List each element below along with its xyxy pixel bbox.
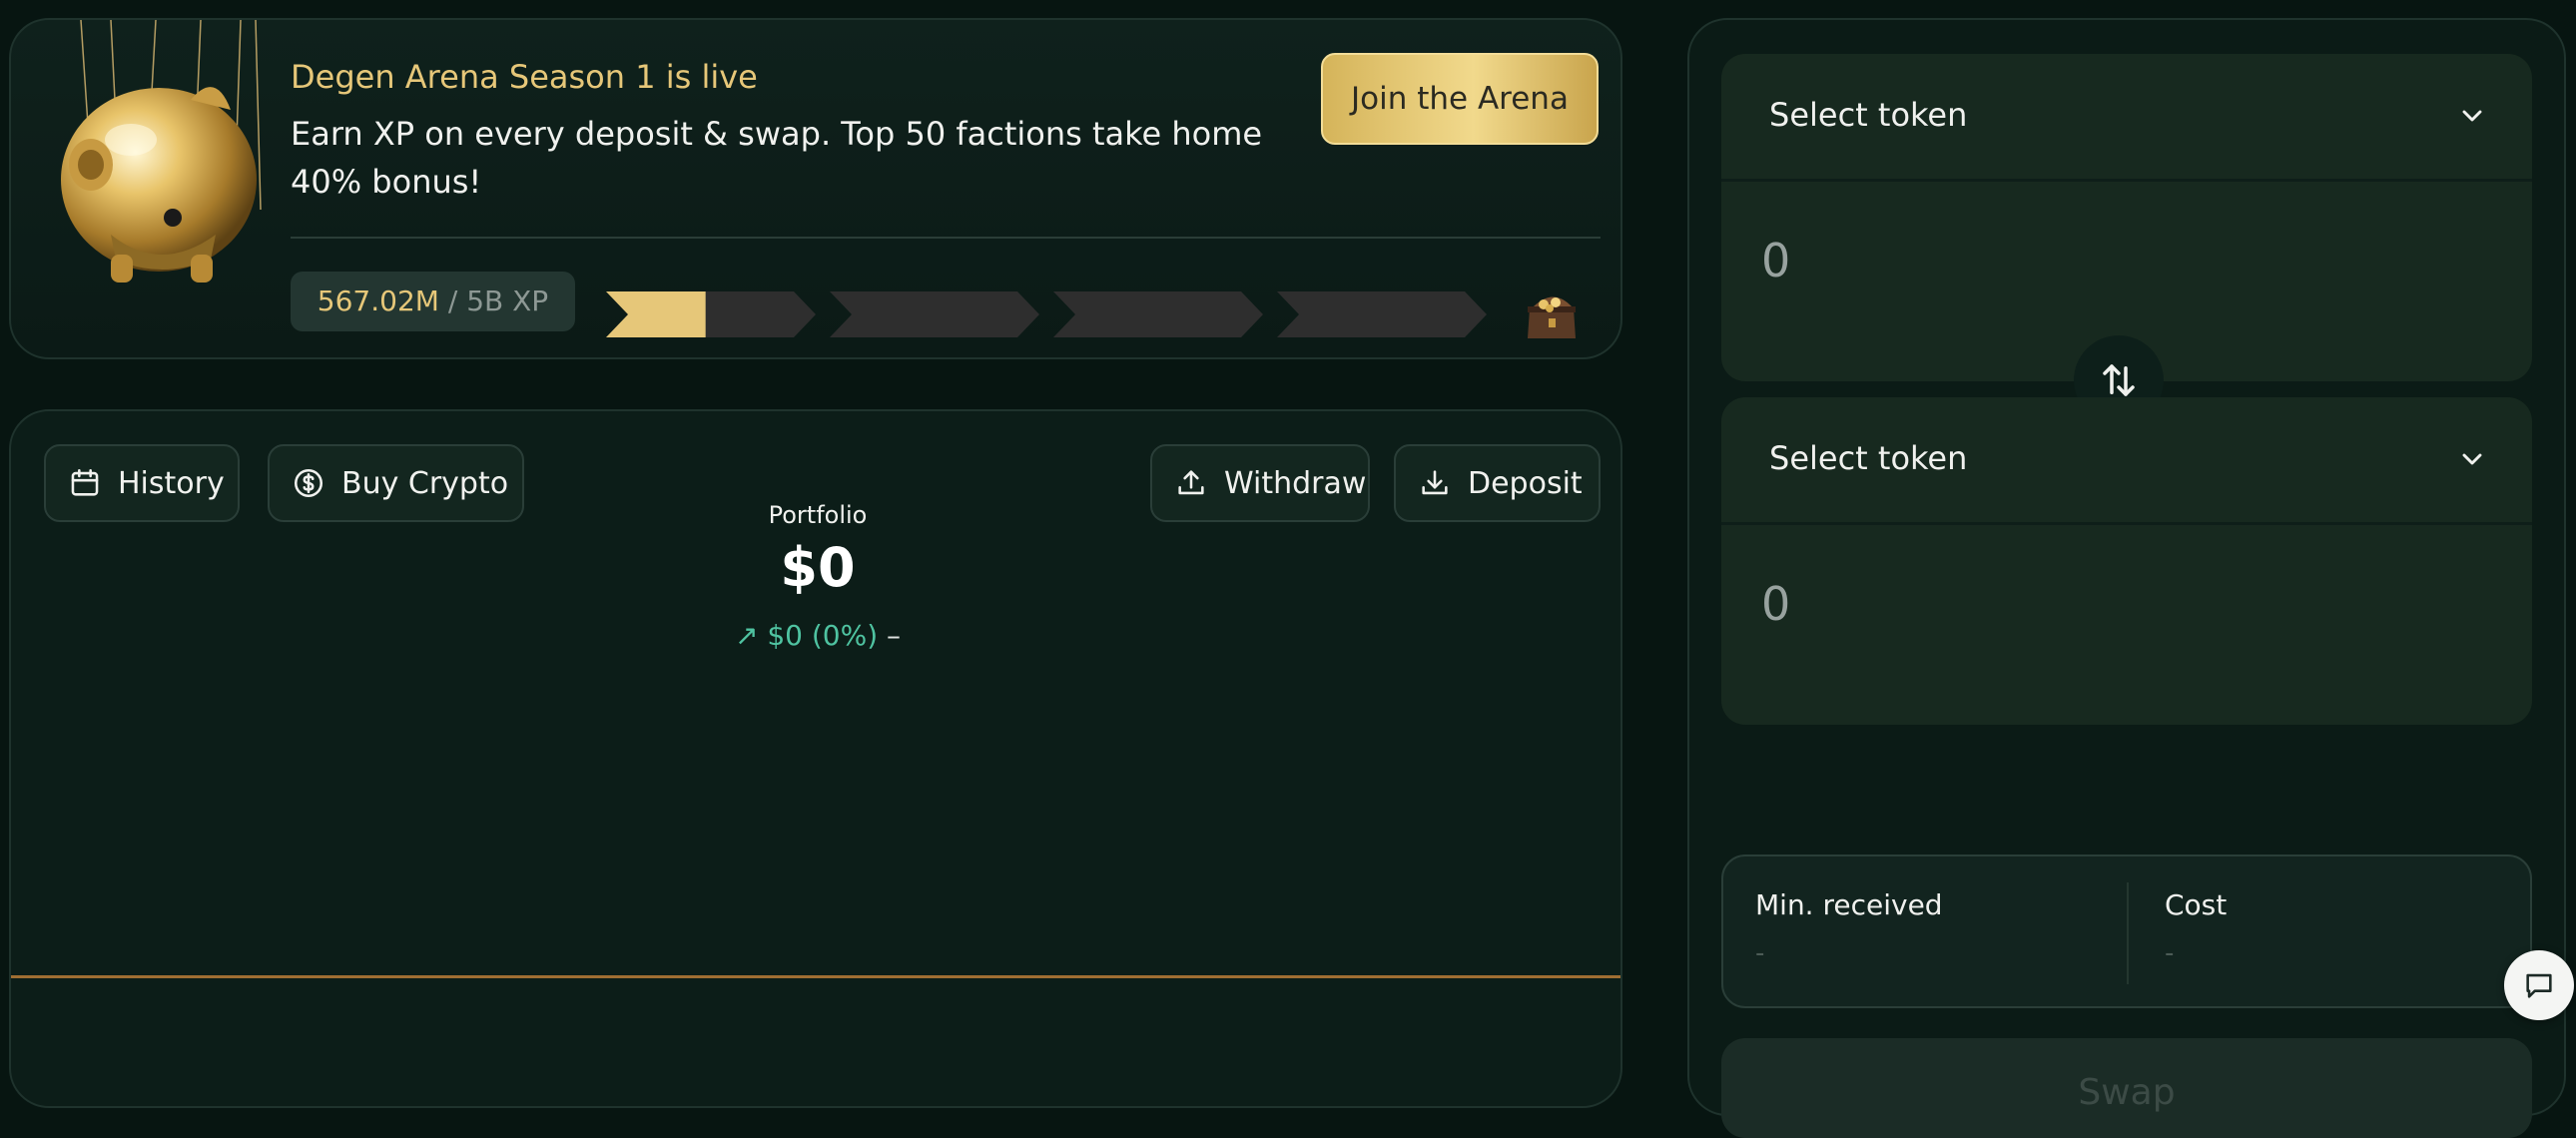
portfolio-period: – bbox=[887, 619, 902, 652]
portfolio-card: History Buy Crypto Withdraw Deposit Port… bbox=[9, 409, 1622, 1108]
xp-current: 567.02M bbox=[317, 284, 439, 317]
portfolio-change-row: ↗ $0 (0%) – bbox=[11, 619, 1624, 652]
swap-card: Select token 0 Select token 0 Min. recei… bbox=[1687, 18, 2566, 1138]
portfolio-chart-line bbox=[11, 975, 1620, 978]
history-label: History bbox=[118, 465, 225, 501]
chevron-down-icon bbox=[2462, 453, 2482, 465]
from-amount-input[interactable]: 0 bbox=[1761, 234, 1790, 287]
portfolio-value: $0 bbox=[780, 536, 856, 599]
xp-track-segment bbox=[1277, 291, 1487, 337]
calendar-icon bbox=[71, 468, 99, 496]
from-token-box: Select token 0 bbox=[1721, 54, 2532, 381]
join-arena-button[interactable]: Join the Arena bbox=[1321, 53, 1599, 145]
chat-bubble-icon bbox=[2526, 973, 2552, 998]
download-icon bbox=[1422, 470, 1448, 495]
to-token-box: Select token 0 bbox=[1721, 397, 2532, 725]
min-received-label: Min. received bbox=[1755, 888, 1943, 921]
xp-track-segment bbox=[1053, 291, 1263, 337]
to-token-label: Select token bbox=[1769, 439, 1968, 477]
swap-arrows-icon bbox=[2103, 364, 2135, 396]
dollar-coin-icon bbox=[294, 468, 323, 498]
portfolio-label: Portfolio bbox=[768, 501, 868, 529]
swap-button[interactable]: Swap bbox=[1721, 1038, 2532, 1138]
min-received-value: - bbox=[1755, 938, 1765, 968]
season-title: Degen Arena Season 1 is live bbox=[291, 58, 758, 96]
xp-progress-track bbox=[606, 291, 1505, 341]
xp-total: 5B XP bbox=[466, 284, 549, 317]
xp-separator: / bbox=[447, 284, 458, 317]
withdraw-label: Withdraw bbox=[1224, 465, 1367, 501]
season-description: Earn XP on every deposit & swap. Top 50 … bbox=[291, 115, 1263, 201]
treasure-chest-icon bbox=[1528, 296, 1576, 338]
xp-track-segment bbox=[830, 291, 1039, 337]
arena-banner: Degen Arena Season 1 is live Earn XP on … bbox=[9, 18, 1622, 359]
swap-info-box: Min. received - Cost - bbox=[1721, 854, 2532, 1008]
xp-counter: 567.02M / 5B XP bbox=[291, 272, 575, 331]
from-token-selector[interactable]: Select token bbox=[1721, 54, 2532, 182]
golden-piggy-bank-icon bbox=[61, 20, 262, 283]
info-divider bbox=[2127, 882, 2129, 984]
trend-up-icon: ↗ bbox=[734, 619, 759, 652]
upload-icon bbox=[1178, 470, 1204, 495]
banner-divider bbox=[291, 237, 1601, 239]
buy-crypto-label: Buy Crypto bbox=[341, 465, 509, 501]
to-token-selector[interactable]: Select token bbox=[1721, 397, 2532, 525]
to-amount-input[interactable]: 0 bbox=[1761, 577, 1790, 631]
chevron-down-icon bbox=[2462, 110, 2482, 122]
from-token-label: Select token bbox=[1769, 96, 1968, 134]
cost-label: Cost bbox=[2165, 888, 2228, 921]
chat-support-button[interactable] bbox=[2504, 950, 2574, 1020]
portfolio-change: $0 (0%) bbox=[767, 619, 879, 652]
cost-value: - bbox=[2165, 938, 2175, 968]
deposit-label: Deposit bbox=[1468, 465, 1583, 501]
